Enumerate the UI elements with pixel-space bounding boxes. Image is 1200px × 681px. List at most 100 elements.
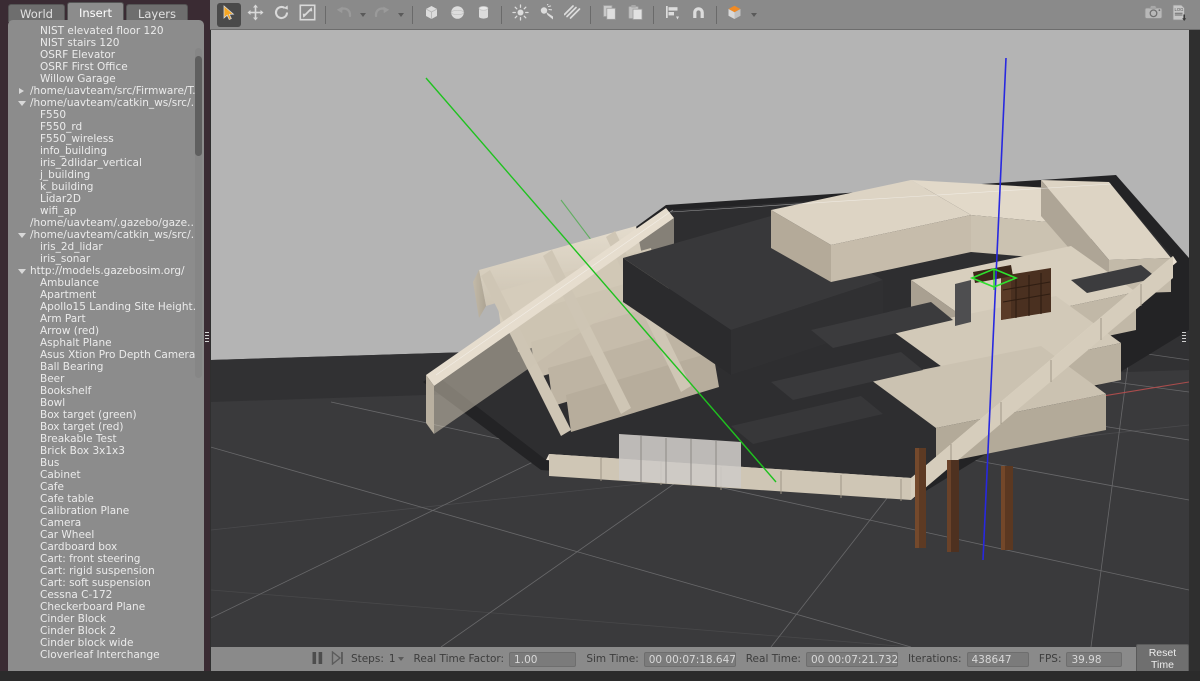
- model-list-item-label: Cloverleaf Interchange: [40, 649, 160, 661]
- model-list-item[interactable]: Ball Bearing: [8, 361, 204, 373]
- model-list-item[interactable]: NIST elevated floor 120: [8, 25, 204, 37]
- copy-button[interactable]: [597, 3, 621, 27]
- model-list-item[interactable]: Cinder Block: [8, 613, 204, 625]
- insert-box-button[interactable]: [419, 3, 443, 27]
- model-list-item[interactable]: Asus Xtion Pro Depth Camera: [8, 349, 204, 361]
- point-light-icon: [511, 4, 529, 25]
- model-list-item[interactable]: Beer: [8, 373, 204, 385]
- model-list-item[interactable]: Car Wheel: [8, 529, 204, 541]
- model-list-item[interactable]: Arrow (red): [8, 325, 204, 337]
- chevron-down-icon[interactable]: [18, 97, 28, 109]
- snap-button[interactable]: [686, 3, 710, 27]
- model-list-item[interactable]: Arm Part: [8, 313, 204, 325]
- model-list-item[interactable]: Cafe table: [8, 493, 204, 505]
- insert-cylinder-button[interactable]: [471, 3, 495, 27]
- model-list-item[interactable]: Cart: rigid suspension: [8, 565, 204, 577]
- model-list-item[interactable]: info_building: [8, 145, 204, 157]
- model-list-item[interactable]: F550_wireless: [8, 133, 204, 145]
- model-list-item[interactable]: Ambulance: [8, 277, 204, 289]
- model-list-scrollbar-thumb[interactable]: [195, 56, 202, 156]
- model-list-item[interactable]: iris_2dlidar_vertical: [8, 157, 204, 169]
- reset-time-button[interactable]: Reset Time: [1135, 644, 1189, 674]
- model-list-item[interactable]: Apollo15 Landing Site Heightma…: [8, 301, 204, 313]
- chevron-down-icon[interactable]: [18, 229, 28, 241]
- model-list-item[interactable]: Box target (green): [8, 409, 204, 421]
- gazebo-window: World Insert Layers NIST elevated floor …: [0, 0, 1200, 681]
- model-list-item[interactable]: Cart: soft suspension: [8, 577, 204, 589]
- model-list[interactable]: NIST elevated floor 120 NIST stairs 120 OS…: [8, 25, 204, 675]
- model-list-item[interactable]: /home/uavteam/.gazebo/gazebo_…: [8, 217, 204, 229]
- insert-directional-light-button[interactable]: [560, 3, 584, 27]
- model-list-item[interactable]: Cart: front steering: [8, 553, 204, 565]
- rotate-mode-button[interactable]: [269, 3, 293, 27]
- model-list-item[interactable]: iris_sonar: [8, 253, 204, 265]
- chevron-right-icon[interactable]: [18, 85, 28, 97]
- translate-mode-button[interactable]: [243, 3, 267, 27]
- model-list-item[interactable]: F550_rd: [8, 121, 204, 133]
- model-list-item[interactable]: Cardboard box: [8, 541, 204, 553]
- chevron-down-icon[interactable]: [18, 265, 28, 277]
- model-list-item[interactable]: NIST stairs 120: [8, 37, 204, 49]
- pause-icon: [311, 651, 324, 668]
- sim-time-value: 00 00:07:18.647: [643, 651, 736, 667]
- model-list-item-label: Lidar2D: [40, 193, 81, 205]
- model-list-item[interactable]: OSRF Elevator: [8, 49, 204, 61]
- model-list-item[interactable]: wifi_ap: [8, 205, 204, 217]
- model-list-item[interactable]: Cessna C-172: [8, 589, 204, 601]
- redo-button[interactable]: [370, 3, 394, 27]
- model-list-item[interactable]: Calibration Plane: [8, 505, 204, 517]
- right-panel-splitter[interactable]: [1181, 330, 1187, 350]
- model-list-item[interactable]: Cinder block wide: [8, 637, 204, 649]
- model-list-item[interactable]: http://models.gazebosim.org/: [8, 265, 204, 277]
- model-list-item[interactable]: /home/uavteam/catkin_ws/src/dro…: [8, 229, 204, 241]
- model-list-item[interactable]: iris_2d_lidar: [8, 241, 204, 253]
- screenshot-button[interactable]: [1141, 3, 1165, 27]
- model-list-item[interactable]: Bowl: [8, 397, 204, 409]
- model-list-item[interactable]: Brick Box 3x1x3: [8, 445, 204, 457]
- insert-spot-light-button[interactable]: [534, 2, 558, 27]
- model-list-item[interactable]: /home/uavteam/src/Firmware/Tool…: [8, 85, 204, 97]
- render-viewport-3d[interactable]: [211, 30, 1189, 647]
- model-list-item[interactable]: Breakable Test: [8, 433, 204, 445]
- model-list-item[interactable]: Bookshelf: [8, 385, 204, 397]
- redo-dropdown-button[interactable]: [395, 3, 407, 27]
- model-list-item[interactable]: Cloverleaf Interchange: [8, 649, 204, 661]
- model-list-item[interactable]: Cinder Block 2: [8, 625, 204, 637]
- model-list-item[interactable]: k_building: [8, 181, 204, 193]
- pause-button[interactable]: [311, 649, 325, 669]
- paste-button[interactable]: [623, 3, 647, 27]
- toolbar-separator: [716, 5, 717, 24]
- model-list-item[interactable]: Lidar2D: [8, 193, 204, 205]
- model-list-item-label: Cart: front steering: [40, 553, 141, 565]
- log-record-button[interactable]: LOG: [1167, 3, 1191, 27]
- model-list-item-label: Bookshelf: [40, 385, 92, 397]
- model-list-item[interactable]: Cafe: [8, 481, 204, 493]
- step-button[interactable]: [331, 649, 345, 669]
- left-panel-splitter[interactable]: [204, 330, 210, 352]
- model-list-item[interactable]: Box target (red): [8, 421, 204, 433]
- model-list-item[interactable]: F550: [8, 109, 204, 121]
- model-list-item[interactable]: Bus: [8, 457, 204, 469]
- undo-dropdown-button[interactable]: [357, 3, 369, 27]
- steps-dropdown-button[interactable]: [398, 652, 405, 666]
- align-button[interactable]: [660, 3, 684, 27]
- insert-point-light-button[interactable]: [508, 3, 532, 27]
- tab-insert[interactable]: Insert: [66, 2, 124, 22]
- model-list-item[interactable]: j_building: [8, 169, 204, 181]
- model-list-item[interactable]: Asphalt Plane: [8, 337, 204, 349]
- model-list-item[interactable]: Checkerboard Plane: [8, 601, 204, 613]
- model-list-item[interactable]: Apartment: [8, 289, 204, 301]
- model-list-item[interactable]: Willow Garage: [8, 73, 204, 85]
- insert-sphere-button[interactable]: [445, 3, 469, 27]
- real-time-value: 00 00:07:21.732: [805, 651, 898, 667]
- model-list-item[interactable]: Cabinet: [8, 469, 204, 481]
- scale-mode-button[interactable]: [295, 3, 319, 27]
- view-angle-dropdown-button[interactable]: [748, 3, 760, 27]
- model-list-item[interactable]: OSRF First Office: [8, 61, 204, 73]
- model-list-item[interactable]: Camera: [8, 517, 204, 529]
- model-list-item[interactable]: /home/uavteam/catkin_ws/src/px4…: [8, 97, 204, 109]
- view-angle-button[interactable]: [723, 3, 747, 27]
- select-mode-button[interactable]: [217, 2, 241, 27]
- model-list-item-label: Arrow (red): [40, 325, 100, 337]
- undo-button[interactable]: [332, 3, 356, 27]
